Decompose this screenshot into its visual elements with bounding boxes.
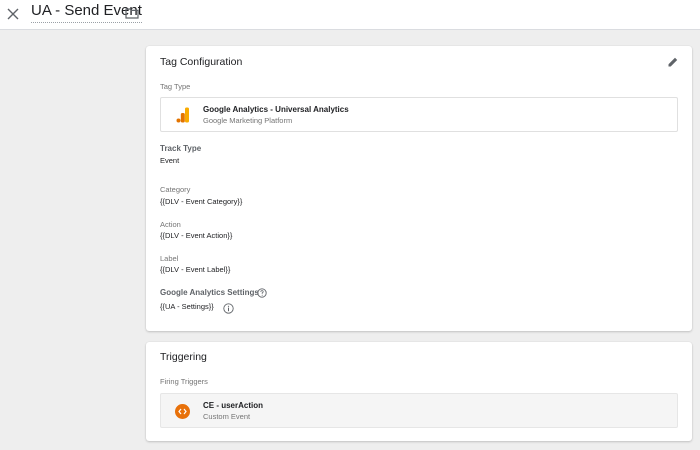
trigger-subtitle: Custom Event (203, 412, 251, 421)
ga-settings-label: Google Analytics Settings (160, 288, 259, 297)
google-analytics-icon (176, 107, 189, 123)
action-value: {{DLV - Event Action}} (160, 231, 233, 240)
firing-triggers-label: Firing Triggers (160, 377, 208, 386)
pencil-icon[interactable] (666, 55, 680, 69)
top-bar: UA - Send Event (0, 0, 700, 30)
trigger-name: CE - userAction (203, 401, 264, 410)
category-label: Category (160, 185, 191, 194)
triggering-title: Triggering (160, 351, 207, 363)
category-value: {{DLV - Event Category}} (160, 197, 243, 206)
action-label: Action (160, 220, 181, 229)
tag-configuration-card[interactable]: Tag Configuration Tag Type Google Analyt… (146, 46, 692, 331)
tag-configuration-title: Tag Configuration (160, 56, 243, 68)
track-type-value: Event (160, 156, 180, 165)
tag-type-subtitle: Google Marketing Platform (203, 116, 293, 125)
label-value: {{DLV - Event Label}} (160, 265, 231, 274)
tag-type-box[interactable]: Google Analytics - Universal Analytics G… (160, 97, 678, 132)
ga-settings-label-text: Google Analytics Settings (160, 288, 259, 297)
close-icon[interactable] (4, 5, 22, 23)
ga-settings-value: {{UA - Settings}} (160, 302, 214, 311)
tag-type-name: Google Analytics - Universal Analytics (203, 105, 349, 114)
tag-type-label: Tag Type (160, 82, 191, 91)
info-icon[interactable] (223, 303, 234, 314)
triggering-card[interactable]: Triggering Firing Triggers CE - userActi… (146, 342, 692, 441)
label-label: Label (160, 254, 179, 263)
folder-icon[interactable] (124, 5, 140, 21)
track-type-label: Track Type (160, 144, 202, 153)
custom-event-icon (175, 404, 190, 419)
help-icon[interactable] (257, 288, 267, 298)
trigger-item[interactable]: CE - userAction Custom Event (160, 393, 678, 428)
